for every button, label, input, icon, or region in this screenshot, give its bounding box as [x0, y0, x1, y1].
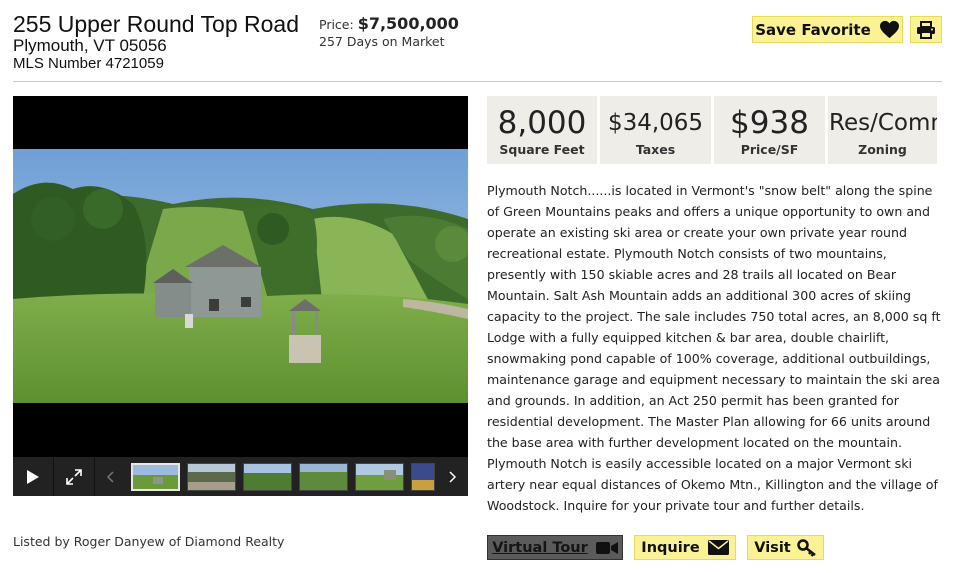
next-thumbs-button[interactable] [438, 457, 468, 496]
play-icon [27, 469, 39, 484]
save-favorite-button[interactable]: Save Favorite [752, 16, 903, 43]
key-icon [796, 538, 816, 557]
days-on-market: 257 Days on Market [319, 34, 445, 49]
visit-button[interactable]: Visit [747, 535, 824, 560]
photo-gallery[interactable] [13, 96, 468, 496]
city-state-zip: Plymouth, VT 05056 [13, 36, 167, 55]
prev-thumbs-button[interactable] [95, 457, 125, 496]
thumbnail[interactable] [187, 462, 236, 491]
listing-agent: Listed by Roger Danyew of Diamond Realty [13, 534, 285, 549]
thumbnail[interactable] [131, 462, 180, 491]
stat-taxes: $34,065 Taxes [600, 96, 711, 164]
stat-label: Price/SF [740, 142, 799, 157]
stat-label: Taxes [635, 142, 676, 157]
stat-value: Res/Comm [829, 110, 937, 136]
expand-icon [66, 468, 82, 485]
property-description: Plymouth Notch......is located in Vermon… [487, 183, 941, 513]
play-button[interactable] [13, 457, 53, 496]
virtual-tour-label: Virtual Tour [492, 539, 588, 556]
mls-number: MLS Number 4721059 [13, 55, 164, 72]
thumbnail[interactable] [299, 462, 348, 491]
stat-value: $34,065 [607, 110, 704, 136]
main-photo[interactable] [13, 149, 468, 403]
stats-bar: 8,000 Square Feet $34,065 Taxes $938 Pri… [487, 96, 937, 164]
stat-value: 8,000 [497, 105, 587, 141]
stat-zoning: Res/Comm Zoning [828, 96, 937, 164]
street-address: 255 Upper Round Top Road [13, 11, 300, 37]
stat-value: $938 [730, 105, 809, 141]
price-value: $7,500,000 [357, 14, 459, 33]
stat-price-per-sf: $938 Price/SF [714, 96, 825, 164]
inquire-button[interactable]: Inquire [634, 535, 736, 560]
thumbnail[interactable] [411, 462, 435, 491]
stat-label: Square Feet [499, 142, 585, 157]
save-favorite-label: Save Favorite [755, 20, 871, 39]
printer-icon [917, 20, 935, 39]
stat-label: Zoning [858, 142, 907, 157]
chevron-right-icon [449, 470, 457, 483]
thumbnail[interactable] [243, 462, 292, 491]
chevron-left-icon [106, 470, 114, 483]
print-button[interactable] [910, 16, 942, 43]
price-label: Price: [319, 17, 354, 32]
virtual-tour-button[interactable]: Virtual Tour [487, 535, 623, 560]
visit-label: Visit [754, 539, 791, 556]
envelope-icon [707, 540, 729, 555]
gallery-controls [13, 457, 468, 496]
heart-icon [879, 20, 899, 39]
thumbnail[interactable] [355, 462, 404, 491]
fullscreen-button[interactable] [54, 457, 94, 496]
video-camera-icon [595, 541, 618, 554]
inquire-label: Inquire [641, 539, 700, 556]
header-divider [13, 81, 942, 82]
stat-square-feet: 8,000 Square Feet [487, 96, 597, 164]
listing-address: 255 Upper Round Top Road Plymouth, VT 05… [13, 11, 300, 73]
price-block: Price: $7,500,000 257 Days on Market [319, 14, 459, 49]
thumbnail-strip [131, 462, 435, 491]
